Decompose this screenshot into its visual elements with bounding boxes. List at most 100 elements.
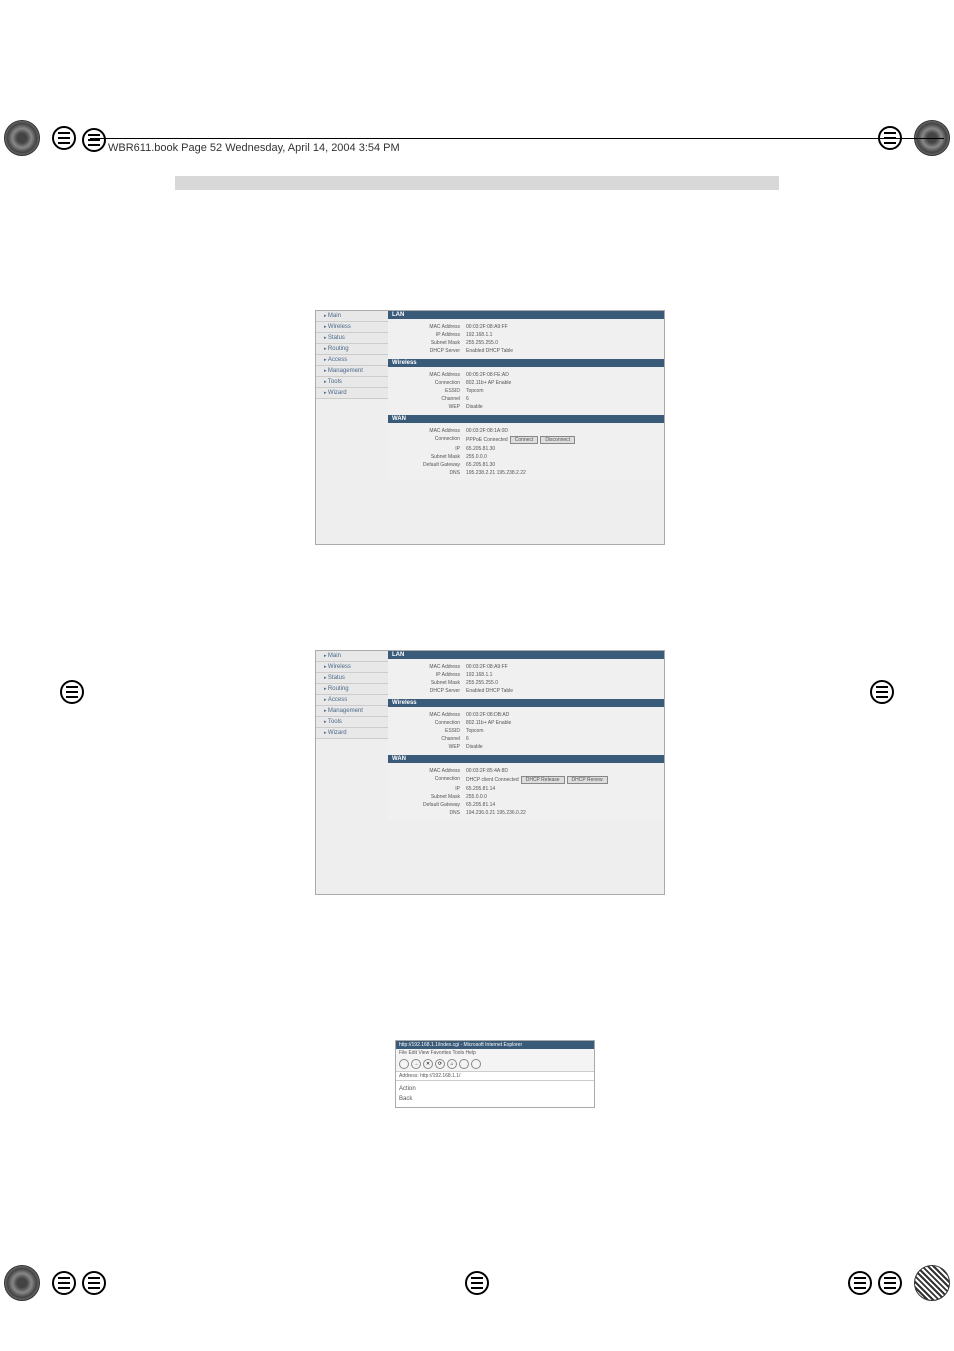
dhcp-renew-button[interactable]: DHCP Renew bbox=[567, 776, 608, 784]
status-row: MAC Address00:03:2F:08:1A:0D bbox=[396, 427, 656, 435]
toolbar-button[interactable]: → bbox=[411, 1059, 421, 1069]
wireless-section-header: Wireless bbox=[388, 699, 664, 707]
toolbar-button[interactable] bbox=[471, 1059, 481, 1069]
status-row: Default Gateway65.205.81.30 bbox=[396, 461, 656, 469]
sidebar-item-wireless[interactable]: Wireless bbox=[316, 662, 388, 673]
disconnect-button[interactable]: Disconnect bbox=[540, 436, 575, 444]
status-row: MAC Address00:03:2F:85:4A:8D bbox=[396, 767, 656, 775]
sidebar-item-access[interactable]: Access bbox=[316, 355, 388, 366]
row-value: 255.0.0.0 bbox=[466, 454, 656, 460]
sidebar-item-routing[interactable]: Routing bbox=[316, 684, 388, 695]
status-row: ConnectionPPPoE ConnectedConnectDisconne… bbox=[396, 435, 656, 445]
sidebar-item-status[interactable]: Status bbox=[316, 673, 388, 684]
row-label: Connection bbox=[396, 720, 466, 726]
row-label: Connection bbox=[396, 380, 466, 386]
crosshair-mark-tl2 bbox=[82, 128, 106, 152]
row-value: Topcom bbox=[466, 388, 656, 394]
row-value: 802.11b+ AP Enable bbox=[466, 720, 656, 726]
row-value: 194.236.0.21 195.236.0.22 bbox=[466, 810, 656, 816]
status-row: DNS195.238.2.21 195.238.2.22 bbox=[396, 469, 656, 477]
sidebar-item-routing[interactable]: Routing bbox=[316, 344, 388, 355]
status-row: MAC Address00:03:2F:08:DB:AD bbox=[396, 711, 656, 719]
sidebar-item-management[interactable]: Management bbox=[316, 706, 388, 717]
row-label: DHCP Server bbox=[396, 688, 466, 694]
browser-window: http://192.168.1.1/index.cgi - Microsoft… bbox=[395, 1040, 595, 1108]
row-label: DNS bbox=[396, 470, 466, 476]
status-row: MAC Address00:03:2F:08:A9:FF bbox=[396, 663, 656, 671]
row-value: 255.255.255.0 bbox=[466, 340, 656, 346]
crosshair-mark-bc bbox=[465, 1271, 489, 1295]
row-label: WEP bbox=[396, 744, 466, 750]
row-label: MAC Address bbox=[396, 372, 466, 378]
sidebar-item-wizard[interactable]: Wizard bbox=[316, 388, 388, 399]
lan-section-header: LAN bbox=[388, 311, 664, 319]
row-value: 00:03:2F:08:A9:FF bbox=[466, 324, 656, 330]
toolbar-button[interactable]: ⟳ bbox=[435, 1059, 445, 1069]
status-row: Subnet Mask255.0.0.0 bbox=[396, 453, 656, 461]
row-value: 65.205.81.30 bbox=[466, 462, 656, 468]
crosshair-mark-ml bbox=[60, 680, 84, 704]
toolbar-button[interactable]: ✕ bbox=[423, 1059, 433, 1069]
sidebar-item-wizard[interactable]: Wizard bbox=[316, 728, 388, 739]
sidebar-item-status[interactable]: Status bbox=[316, 333, 388, 344]
row-value: 00:03:2F:08:DB:AD bbox=[466, 712, 656, 718]
toolbar-button[interactable] bbox=[399, 1059, 409, 1069]
status-row: DNS194.236.0.21 195.236.0.22 bbox=[396, 809, 656, 817]
browser-toolbar: →✕⟳⌂ bbox=[396, 1057, 594, 1072]
row-label: IP Address bbox=[396, 332, 466, 338]
status-row: Connection802.11b+ AP Enable bbox=[396, 719, 656, 727]
sidebar-item-access[interactable]: Access bbox=[316, 695, 388, 706]
row-value: 192.168.1.1 bbox=[466, 332, 656, 338]
status-row: WEPDisable bbox=[396, 743, 656, 751]
sidebar-item-tools[interactable]: Tools bbox=[316, 717, 388, 728]
sidebar-nav: MainWirelessStatusRoutingAccessManagemen… bbox=[316, 311, 388, 399]
row-label: ESSID bbox=[396, 388, 466, 394]
row-value: DHCP client ConnectedDHCP ReleaseDHCP Re… bbox=[466, 776, 656, 784]
header-rule bbox=[90, 138, 944, 139]
crosshair-mark-bl bbox=[52, 1271, 76, 1295]
status-row: Connection802.11b+ AP Enable bbox=[396, 379, 656, 387]
sidebar-item-management[interactable]: Management bbox=[316, 366, 388, 377]
status-row: MAC Address00:03:2F:08:A9:FF bbox=[396, 323, 656, 331]
browser-body-text: Action bbox=[399, 1084, 591, 1094]
crosshair-mark-tl bbox=[52, 126, 76, 150]
status-row: Default Gateway65.205.81.14 bbox=[396, 801, 656, 809]
row-value: 6 bbox=[466, 736, 656, 742]
row-value: 00:03:2F:08:1A:0D bbox=[466, 428, 656, 434]
row-value: PPPoE ConnectedConnectDisconnect bbox=[466, 436, 656, 444]
row-label: MAC Address bbox=[396, 324, 466, 330]
wireless-section-header: Wireless bbox=[388, 359, 664, 367]
row-label: Default Gateway bbox=[396, 802, 466, 808]
sidebar-item-main[interactable]: Main bbox=[316, 651, 388, 662]
row-label: Channel bbox=[396, 736, 466, 742]
row-label: Connection bbox=[396, 436, 466, 444]
registration-mark-br bbox=[914, 1265, 950, 1301]
status-panel-2: MainWirelessStatusRoutingAccessManagemen… bbox=[315, 650, 665, 895]
toolbar-button[interactable]: ⌂ bbox=[447, 1059, 457, 1069]
browser-body-text: Back bbox=[399, 1094, 591, 1104]
row-label: MAC Address bbox=[396, 428, 466, 434]
status-row: Subnet Mask255.255.255.0 bbox=[396, 339, 656, 347]
toolbar-button[interactable] bbox=[459, 1059, 469, 1069]
row-value: 00:05:2F:08:FE:AD bbox=[466, 372, 656, 378]
row-label: IP bbox=[396, 786, 466, 792]
sidebar-item-tools[interactable]: Tools bbox=[316, 377, 388, 388]
row-value: 195.238.2.21 195.238.2.22 bbox=[466, 470, 656, 476]
status-row: Subnet Mask255.0.0.0 bbox=[396, 793, 656, 801]
row-label: Subnet Mask bbox=[396, 680, 466, 686]
row-label: Subnet Mask bbox=[396, 340, 466, 346]
dhcp-release-button[interactable]: DHCP Release bbox=[521, 776, 565, 784]
connect-button[interactable]: Connect bbox=[510, 436, 539, 444]
row-value: Disable bbox=[466, 744, 656, 750]
status-row: IP Address192.168.1.1 bbox=[396, 331, 656, 339]
row-value: 65.205.81.30 bbox=[466, 446, 656, 452]
sidebar-item-wireless[interactable]: Wireless bbox=[316, 322, 388, 333]
status-row: WEPDisable bbox=[396, 403, 656, 411]
status-row: ConnectionDHCP client ConnectedDHCP Rele… bbox=[396, 775, 656, 785]
row-value: 65.205.81.14 bbox=[466, 802, 656, 808]
row-label: Subnet Mask bbox=[396, 454, 466, 460]
row-value: 255.255.255.0 bbox=[466, 680, 656, 686]
status-row: IP65.205.81.30 bbox=[396, 445, 656, 453]
sidebar-item-main[interactable]: Main bbox=[316, 311, 388, 322]
status-row: ESSIDTopcom bbox=[396, 727, 656, 735]
